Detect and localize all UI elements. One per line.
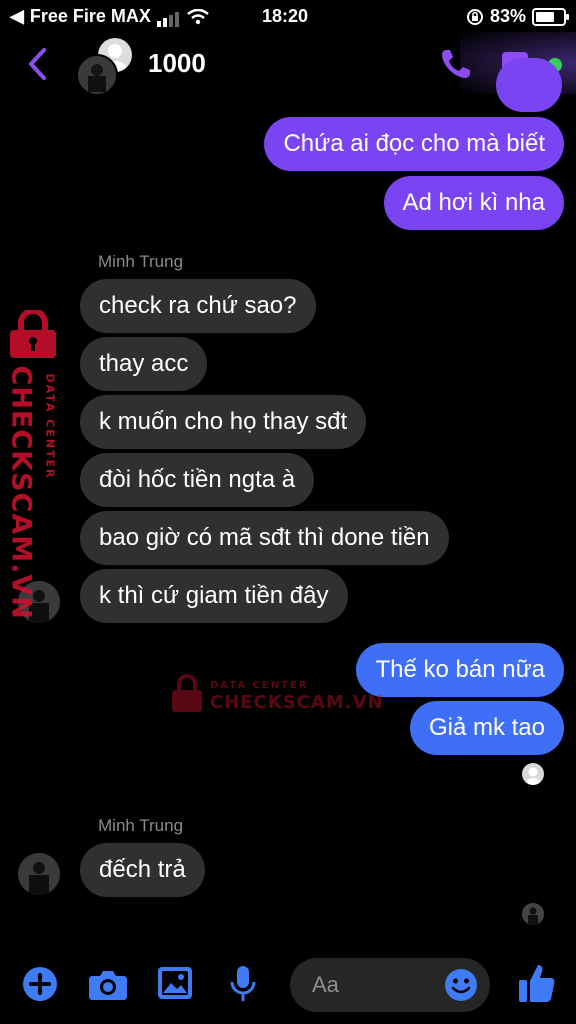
message-bubble-cutoff [496,58,562,112]
status-left: ◀ Free Fire MAX [10,6,209,27]
message-input[interactable]: Aa [290,958,490,1012]
plus-icon[interactable] [22,966,58,1002]
battery-icon [532,7,569,26]
watermark-vertical: CHECKSCAM.VN DATA CENTER [4,310,64,620]
avatar [76,54,118,96]
lock-icon [10,310,56,358]
chevron-left-icon[interactable] [24,46,54,82]
wifi-icon [187,8,209,24]
read-receipt-avatar [522,903,544,925]
message-input-placeholder: Aa [312,972,339,997]
group-avatar[interactable] [76,38,132,96]
status-right: 83% [466,6,569,27]
lock-icon [172,674,202,712]
message-bubble[interactable]: bao giờ có mã sđt thì done tiền [80,511,449,565]
battery-percent: 83% [489,6,526,26]
sender-name: Minh Trung [98,816,184,835]
message-bubble[interactable]: check ra chứ sao? [80,279,316,333]
message-bubble[interactable]: đếch trả [80,843,205,897]
message-bubble[interactable]: thay acc [80,337,208,391]
back-to-app-icon[interactable]: ◀ [10,6,24,27]
message-bubble[interactable]: k muốn cho họ thay sđt [80,395,367,449]
message-bubble[interactable]: Chứa ai đọc cho mà biết [264,117,564,171]
status-bar: ◀ Free Fire MAX 18:20 83% [0,0,576,32]
sender-avatar[interactable] [18,853,60,895]
camera-icon[interactable] [88,967,128,1001]
orientation-lock-icon [466,8,483,25]
message-bubble[interactable]: đòi hốc tiền ngta à [80,453,315,507]
message-bubble[interactable]: Thế ko bán nữa [356,643,564,697]
watermark-horizontal: DATA CENTER CHECKSCAM.VN [170,672,383,718]
carrier-label[interactable]: Free Fire MAX [30,6,151,27]
emoji-icon[interactable] [444,968,478,1002]
conversation-title[interactable]: 1000 [148,48,206,79]
watermark-site: CHECKSCAM.VN [5,365,37,620]
message-bubble[interactable]: Giả mk tao [409,701,564,755]
thumbs-up-icon[interactable] [518,962,556,1004]
watermark-site: CHECKSCAM.VN [210,692,384,713]
read-receipt-avatar [522,763,544,785]
message-bubble[interactable]: k thì cứ giam tiền đây [80,569,348,623]
watermark-caption: DATA CENTER [210,680,309,691]
signal-icon [156,6,181,27]
image-icon[interactable] [157,966,193,1000]
sender-name: Minh Trung [98,252,184,271]
watermark-caption: DATA CENTER [43,373,57,480]
chat-header: 1000 [0,32,576,96]
status-time: 18:20 [262,6,309,26]
microphone-icon[interactable] [228,964,258,1004]
message-bubble[interactable]: Ad hơi kì nha [383,176,564,230]
composer-bar: Aa [0,950,576,1024]
